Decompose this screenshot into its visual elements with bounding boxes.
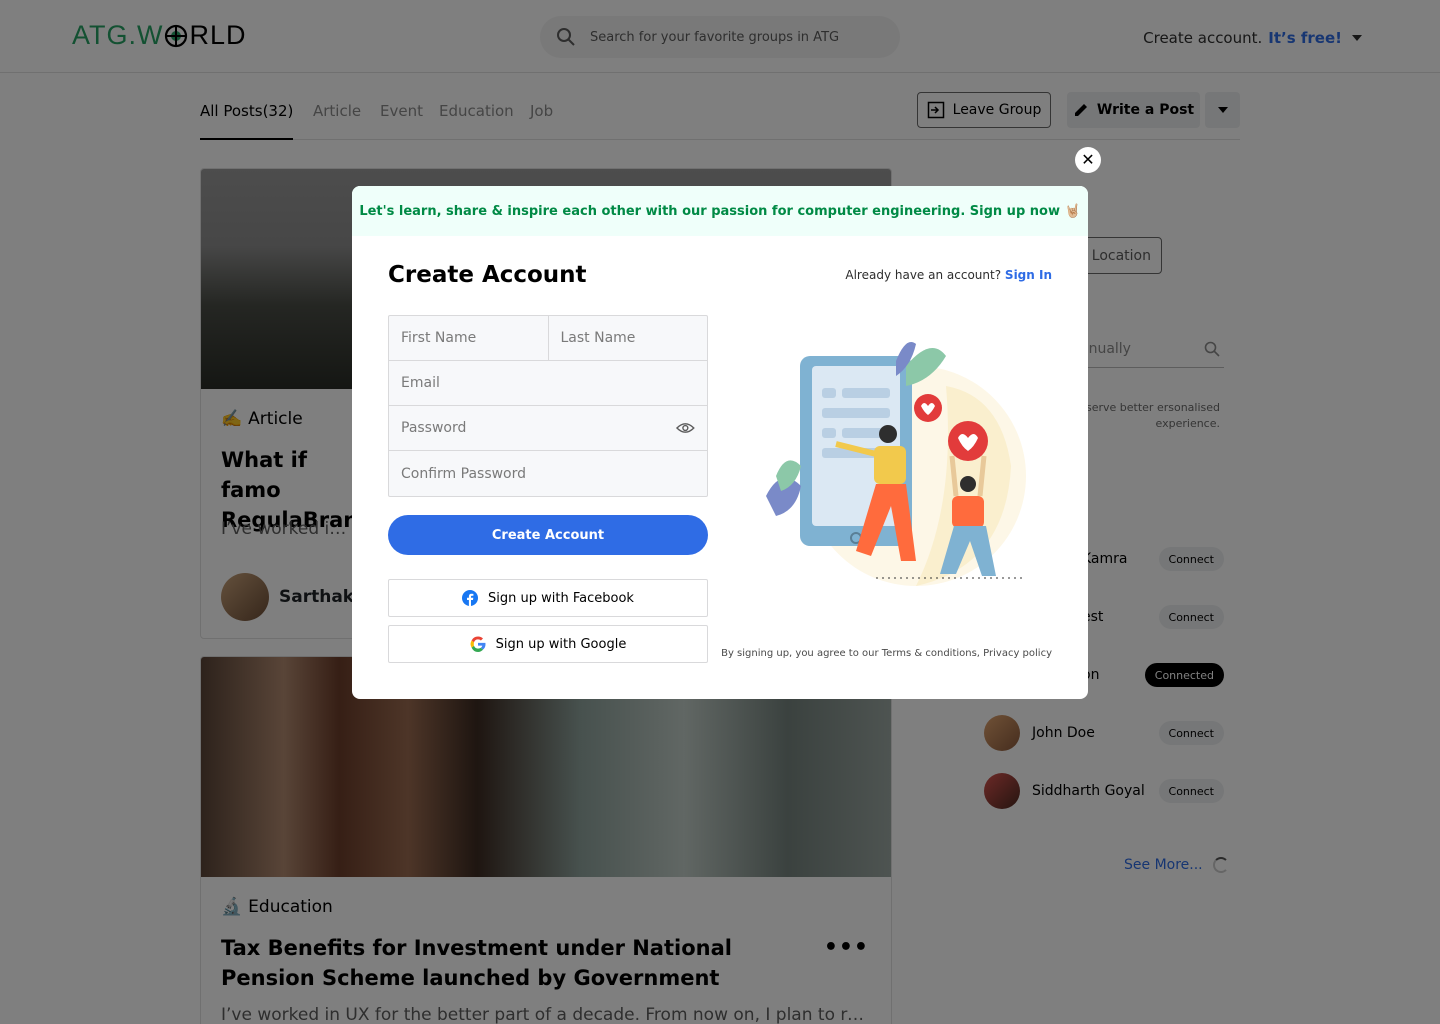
google-signup-label: Sign up with Google: [495, 636, 627, 652]
create-account-modal: Let's learn, share & inspire each other …: [352, 186, 1088, 699]
first-name-cell: [389, 316, 548, 360]
last-name-cell: [547, 316, 708, 360]
sign-in-prompt-text: Already have an account?: [845, 268, 1002, 282]
password-field[interactable]: [401, 420, 677, 436]
close-icon: ✕: [1081, 150, 1095, 169]
google-icon: [470, 636, 486, 652]
terms-text[interactable]: By signing up, you agree to our Terms & …: [721, 648, 1052, 659]
social-illustration: [766, 342, 1026, 586]
email-cell: [389, 361, 707, 405]
confirm-password-field[interactable]: [401, 465, 695, 482]
eye-icon[interactable]: [676, 421, 695, 435]
password-row: [389, 406, 707, 451]
facebook-signup-button[interactable]: Sign up with Facebook: [388, 579, 708, 617]
last-name-field[interactable]: [560, 330, 695, 346]
confirm-password-row: [389, 451, 707, 496]
name-row: [389, 316, 707, 361]
google-signup-button[interactable]: Sign up with Google: [388, 625, 708, 663]
signup-banner: Let's learn, share & inspire each other …: [352, 186, 1088, 236]
close-modal-button[interactable]: ✕: [1075, 147, 1101, 173]
modal-title: Create Account: [388, 262, 587, 288]
email-row: [389, 361, 707, 406]
signup-form: [388, 315, 708, 497]
password-cell: [389, 406, 707, 450]
sign-in-link[interactable]: Sign In: [1005, 268, 1052, 282]
first-name-field[interactable]: [401, 330, 536, 346]
confirm-password-cell: [389, 451, 707, 496]
email-field[interactable]: [401, 375, 695, 391]
sign-in-prompt: Already have an account? Sign In: [845, 268, 1052, 282]
create-account-button[interactable]: Create Account: [388, 515, 708, 555]
facebook-signup-label: Sign up with Facebook: [488, 590, 634, 606]
facebook-icon: [462, 590, 479, 606]
